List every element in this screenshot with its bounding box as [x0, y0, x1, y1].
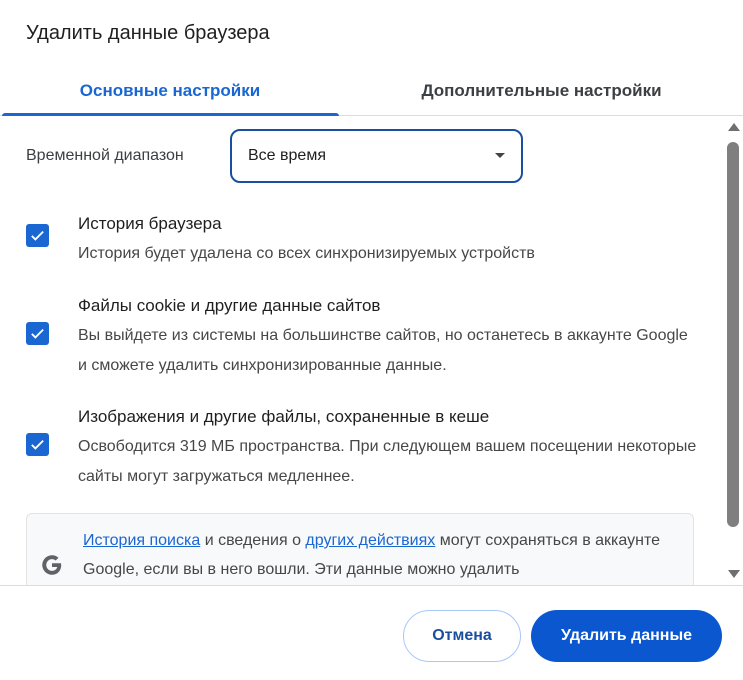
- info-text: История поиска и сведения о других дейст…: [83, 526, 683, 584]
- time-range-value: Все время: [248, 147, 326, 164]
- dialog-footer: Отмена Удалить данные: [0, 585, 743, 680]
- settings-scroll-area: Временной диапазон Все время История бра…: [0, 117, 743, 585]
- checkmark-icon: [31, 328, 44, 339]
- info-text-part: и сведения о: [200, 532, 306, 549]
- time-range-label: Временной диапазон: [26, 147, 184, 164]
- time-range-row: Временной диапазон Все время: [26, 129, 523, 183]
- scroll-up-arrow-icon[interactable]: [728, 123, 740, 131]
- cookies-checkbox[interactable]: [26, 322, 49, 345]
- other-activity-link[interactable]: других действиях: [305, 532, 435, 549]
- option-text: Изображения и другие файлы, сохраненные …: [78, 406, 698, 492]
- cancel-button[interactable]: Отмена: [403, 610, 521, 662]
- history-checkbox[interactable]: [26, 224, 49, 247]
- scroll-down-arrow-icon[interactable]: [728, 570, 740, 578]
- dialog-title: Удалить данные браузера: [26, 22, 270, 44]
- google-logo-icon: [42, 555, 62, 575]
- checkmark-icon: [31, 439, 44, 450]
- tab-advanced-settings[interactable]: Дополнительные настройки: [340, 66, 743, 116]
- option-text: Файлы cookie и другие данные сайтов Вы в…: [78, 295, 698, 381]
- delete-data-button[interactable]: Удалить данные: [531, 610, 722, 662]
- dropdown-arrow-icon: [495, 153, 505, 158]
- cache-checkbox[interactable]: [26, 433, 49, 456]
- option-description: Вы выйдете из системы на большинстве сай…: [78, 327, 688, 374]
- time-range-select[interactable]: Все время: [230, 129, 523, 183]
- vertical-scrollbar[interactable]: [723, 117, 743, 585]
- tab-bar: Основные настройки Дополнительные настро…: [0, 66, 743, 116]
- option-description: Освободится 319 МБ пространства. При сле…: [78, 438, 697, 485]
- active-tab-indicator: [2, 113, 339, 116]
- scrollbar-thumb[interactable]: [727, 142, 739, 527]
- checkmark-icon: [31, 230, 44, 241]
- option-title: История браузера: [78, 214, 222, 233]
- option-description: История будет удалена со всех синхронизи…: [78, 245, 535, 262]
- option-title: Файлы cookie и другие данные сайтов: [78, 296, 381, 315]
- search-history-link[interactable]: История поиска: [83, 532, 200, 549]
- google-account-info-box: История поиска и сведения о других дейст…: [26, 513, 694, 585]
- option-text: История браузера История будет удалена с…: [78, 213, 698, 269]
- option-title: Изображения и другие файлы, сохраненные …: [78, 407, 490, 426]
- tab-basic-settings[interactable]: Основные настройки: [0, 66, 340, 116]
